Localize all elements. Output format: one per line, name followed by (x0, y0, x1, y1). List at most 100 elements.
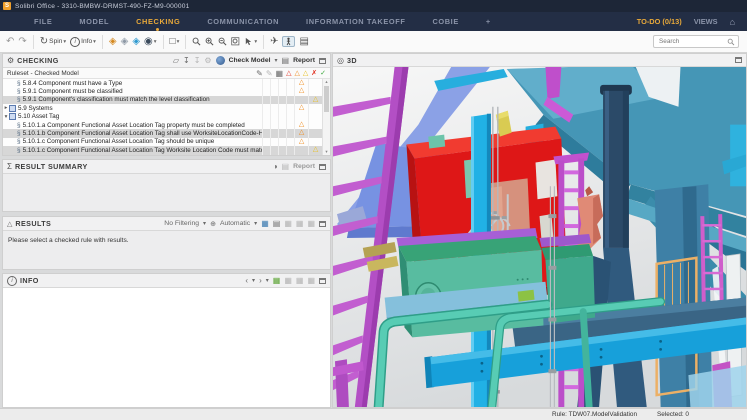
hide-tool-icon[interactable]: ◈ (121, 36, 129, 47)
search-box[interactable] (653, 35, 739, 48)
summary-report-button[interactable]: Report (293, 163, 315, 170)
show-results-icon[interactable]: ▦ (261, 219, 269, 228)
results-maximize-icon[interactable] (319, 221, 326, 227)
layers-icon[interactable]: ▤ (299, 36, 308, 47)
empty-cell (278, 146, 286, 154)
empty-cell (278, 113, 286, 121)
empty-cell (270, 138, 278, 146)
search-input[interactable] (657, 37, 727, 46)
ruleset-tree[interactable]: §5.8.4 Component must have a Type△§5.9.1… (3, 79, 330, 155)
views-button[interactable]: VIEWS (694, 17, 718, 26)
todo-button[interactable]: TO-DO (0/13) (637, 17, 682, 26)
bim-model-3d[interactable] (333, 67, 746, 407)
rule-text: 5.10 Asset Tag (18, 113, 262, 120)
highlight-tool-button[interactable]: ◉▾ (144, 36, 157, 47)
rule-row[interactable]: §5.10.1.c Component Functional Asset Loc… (3, 146, 322, 154)
filter-low-icon[interactable]: △ (303, 69, 308, 77)
checking-maximize-icon[interactable] (319, 58, 326, 64)
viewport-title: 3D (347, 56, 357, 65)
redo-button[interactable]: ↷ (18, 36, 26, 47)
results-box2-icon[interactable]: ▦ (296, 219, 304, 228)
info-maximize-icon[interactable] (319, 278, 326, 284)
tree-scrollbar[interactable]: ▴ ▾ (322, 79, 330, 155)
rule-row[interactable]: §5.9.1 Component must be classified△ (3, 87, 322, 95)
window-title: Solibri Office - 3310-BMBW-DRMST-490-FZ-… (15, 3, 189, 10)
home-icon[interactable]: ⌂ (730, 17, 735, 27)
menu-item-file[interactable]: FILE (34, 17, 52, 26)
summary-maximize-icon[interactable] (319, 164, 326, 170)
undo-button[interactable]: ↶ (6, 36, 14, 47)
walk-mode-button[interactable] (282, 36, 295, 47)
summary-chart-icon[interactable]: ◑ (273, 162, 278, 171)
green-strip[interactable] (518, 290, 535, 302)
menu-item-information-takeoff[interactable]: INFORMATION TAKEOFF (306, 17, 405, 26)
checking-report-icon: ▤ (282, 56, 290, 65)
select-tool-button[interactable]: ▾ (244, 37, 257, 46)
info-next-icon[interactable]: › (259, 276, 262, 285)
open-ruleset-icon[interactable]: ▱ (173, 56, 179, 65)
checking-title: CHECKING (17, 56, 59, 65)
rule-row[interactable]: §5.10.1.b Component Functional Asset Loc… (3, 129, 322, 137)
import-icon[interactable]: ↧ (183, 56, 190, 65)
status-bar: Rule: TDW07.ModelValidation Selected: 0 (0, 408, 747, 420)
filter-moderate-icon[interactable]: △ (294, 69, 299, 77)
result-summary-panel: Σ RESULT SUMMARY ◑ ▤ Report (2, 159, 331, 212)
info-prev-icon[interactable]: ‹ (245, 276, 248, 285)
spin-tool-button[interactable]: ↻ Spin ▾ (40, 36, 66, 47)
severity-cell (308, 87, 322, 95)
filter-critical-icon[interactable]: △ (286, 69, 291, 77)
rule-row[interactable]: §5.9.1 Component's classification must m… (3, 96, 322, 104)
rule-row[interactable]: §5.10.1.c Component Functional Asset Loc… (3, 138, 322, 146)
list-view-icon[interactable]: ▤ (273, 219, 281, 228)
check-model-button[interactable]: Check Model (229, 57, 271, 64)
rule-icon: § (17, 96, 21, 103)
automatic-dropdown[interactable]: Automatic (220, 220, 250, 227)
menu-item-checking[interactable]: CHECKING (136, 17, 180, 26)
settings-gear-icon[interactable]: ⚙ (204, 56, 211, 65)
import-disabled-icon[interactable]: ↧ (194, 56, 201, 65)
ruleset-group-row[interactable]: ▸5.9 Systems△ (3, 104, 322, 112)
rule-row[interactable]: §5.10.1.a Component Functional Asset Loc… (3, 121, 322, 129)
show-model-tool-icon[interactable]: ◈ (109, 36, 117, 47)
checking-report-button[interactable]: Report (293, 57, 315, 64)
info-tool-button[interactable]: i Info ▾ (70, 37, 96, 47)
zoom-fit-icon[interactable] (231, 37, 240, 46)
sum-icon: Σ (7, 162, 12, 171)
viewport-maximize-icon[interactable] (735, 57, 742, 63)
transparent-tool-icon[interactable]: ◈ (132, 36, 140, 47)
model-viewport[interactable] (333, 67, 746, 407)
info-box1-icon[interactable]: ▦ (284, 276, 292, 285)
info-box3-icon[interactable]: ▦ (307, 276, 315, 285)
empty-cell (286, 121, 294, 129)
ruleset-group-row[interactable]: ▾5.10 Asset Tag (3, 113, 322, 121)
menu-item--[interactable]: + (486, 17, 491, 26)
severity-cell (308, 113, 322, 121)
zoom-tool-icon[interactable] (192, 37, 201, 46)
edit-rule-icon[interactable]: ✎ (256, 69, 263, 78)
results-box1-icon[interactable]: ▦ (284, 219, 292, 228)
info-box2-icon[interactable]: ▦ (296, 276, 304, 285)
rule-row[interactable]: §5.8.4 Component must have a Type△ (3, 79, 322, 87)
automatic-icon: ⊕ (210, 220, 216, 228)
menu-item-communication[interactable]: COMMUNICATION (207, 17, 279, 26)
edit-rule-disabled-icon[interactable]: ✎ (266, 69, 273, 78)
zoom-out-icon[interactable] (218, 37, 227, 46)
empty-cell (270, 129, 278, 137)
empty-cell (262, 113, 270, 121)
menu-item-model[interactable]: MODEL (79, 17, 109, 26)
summary-report-icon: ▤ (282, 162, 290, 171)
rule-icon: § (17, 138, 21, 145)
fly-mode-icon[interactable]: ✈ (270, 36, 278, 47)
filter-dropdown[interactable]: No Filtering (164, 220, 199, 227)
info-body (3, 288, 330, 407)
empty-cell (262, 146, 270, 154)
results-box3-icon[interactable]: ▦ (307, 219, 315, 228)
grid-view-icon[interactable]: ▦ (276, 69, 284, 78)
filter-rejected-icon[interactable]: ✗ (311, 69, 317, 77)
zoom-in-icon[interactable] (205, 37, 214, 46)
status-rule: Rule: TDW07.ModelValidation (552, 411, 637, 418)
menu-item-cobie[interactable]: COBIE (432, 17, 458, 26)
info-active-icon[interactable]: ▦ (273, 276, 281, 285)
filter-accepted-icon[interactable]: ✓ (320, 69, 326, 77)
sectioning-tool-button[interactable]: □▾ (170, 36, 180, 47)
